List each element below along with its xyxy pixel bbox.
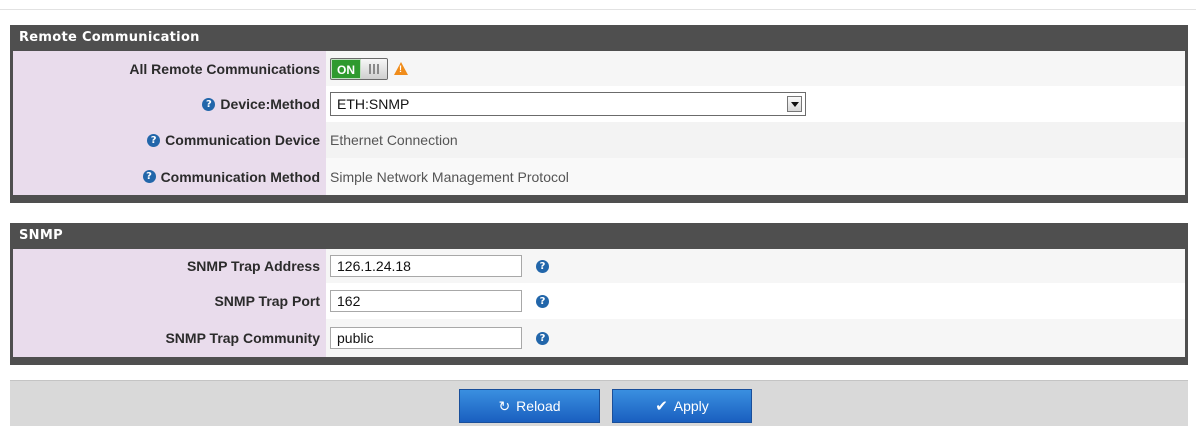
action-footer: ↻ Reload ✔ Apply — [10, 380, 1188, 426]
device-method-value: ETH:SNMP — [326, 86, 1185, 122]
toggle-knob — [361, 58, 387, 79]
all-remote-row: All Remote Communications ON ! — [13, 51, 1185, 86]
device-method-select[interactable]: ETH:SNMP — [330, 92, 806, 116]
all-remote-value: ON ! — [326, 51, 1185, 86]
trap-community-value: public ? — [326, 319, 1185, 357]
refresh-icon: ↻ — [498, 397, 511, 414]
snmp-title: SNMP — [19, 228, 63, 243]
comm-method-row: ? Communication Method Simple Network Ma… — [13, 158, 1185, 195]
question-circle-icon[interactable]: ? — [147, 133, 161, 147]
remote-communication-title: Remote Communication — [19, 30, 200, 45]
apply-label: Apply — [673, 398, 709, 414]
comm-device-value: Ethernet Connection — [330, 132, 458, 148]
all-remote-label-text: All Remote Communications — [129, 60, 320, 77]
check-icon: ✔ — [655, 398, 668, 415]
device-method-label-text: Device:Method — [220, 96, 320, 112]
question-circle-icon[interactable]: ? — [536, 294, 549, 308]
device-method-selected: ETH:SNMP — [337, 96, 410, 112]
warning-triangle-icon: ! — [394, 62, 408, 75]
question-circle-icon[interactable]: ? — [202, 97, 216, 111]
remote-communication-panel: Remote Communication All Remote Communic… — [10, 25, 1188, 203]
trap-port-value: 162 ? — [326, 283, 1185, 319]
comm-method-value: Simple Network Management Protocol — [330, 168, 569, 185]
question-circle-icon[interactable]: ? — [536, 331, 549, 345]
comm-device-label: ? Communication Device — [13, 122, 326, 158]
reload-button[interactable]: ↻ Reload — [459, 389, 600, 423]
all-remote-label: All Remote Communications — [13, 51, 326, 86]
comm-device-row: ? Communication Device Ethernet Connecti… — [13, 122, 1185, 158]
question-circle-icon[interactable]: ? — [536, 259, 549, 273]
toggle-on-label: ON — [331, 58, 361, 79]
device-method-row: ? Device:Method ETH:SNMP — [13, 86, 1185, 122]
question-circle-icon[interactable]: ? — [142, 170, 156, 183]
trap-address-label: SNMP Trap Address — [13, 249, 326, 283]
trap-community-row: SNMP Trap Community public ? — [13, 319, 1185, 357]
chevron-down-icon[interactable] — [787, 96, 802, 112]
reload-label: Reload — [516, 398, 561, 414]
trap-community-input[interactable]: public — [330, 327, 522, 349]
trap-address-input[interactable]: 126.1.24.18 — [330, 255, 522, 277]
device-method-label: ? Device:Method — [13, 86, 326, 122]
comm-method-label-text: Communication Method — [160, 168, 320, 185]
trap-address-value: 126.1.24.18 ? — [326, 249, 1185, 283]
trap-address-row: SNMP Trap Address 126.1.24.18 ? — [13, 249, 1185, 283]
trap-community-label: SNMP Trap Community — [13, 319, 326, 357]
comm-device-label-text: Communication Device — [165, 132, 320, 148]
trap-port-label: SNMP Trap Port — [13, 283, 326, 319]
trap-port-input[interactable]: 162 — [330, 290, 522, 312]
all-remote-toggle[interactable]: ON — [330, 57, 388, 80]
top-divider — [0, 9, 1196, 10]
snmp-panel: SNMP SNMP Trap Address 126.1.24.18 ? SNM… — [10, 223, 1188, 365]
apply-button[interactable]: ✔ Apply — [612, 389, 752, 423]
trap-port-row: SNMP Trap Port 162 ? — [13, 283, 1185, 319]
comm-method-label: ? Communication Method — [13, 158, 326, 195]
